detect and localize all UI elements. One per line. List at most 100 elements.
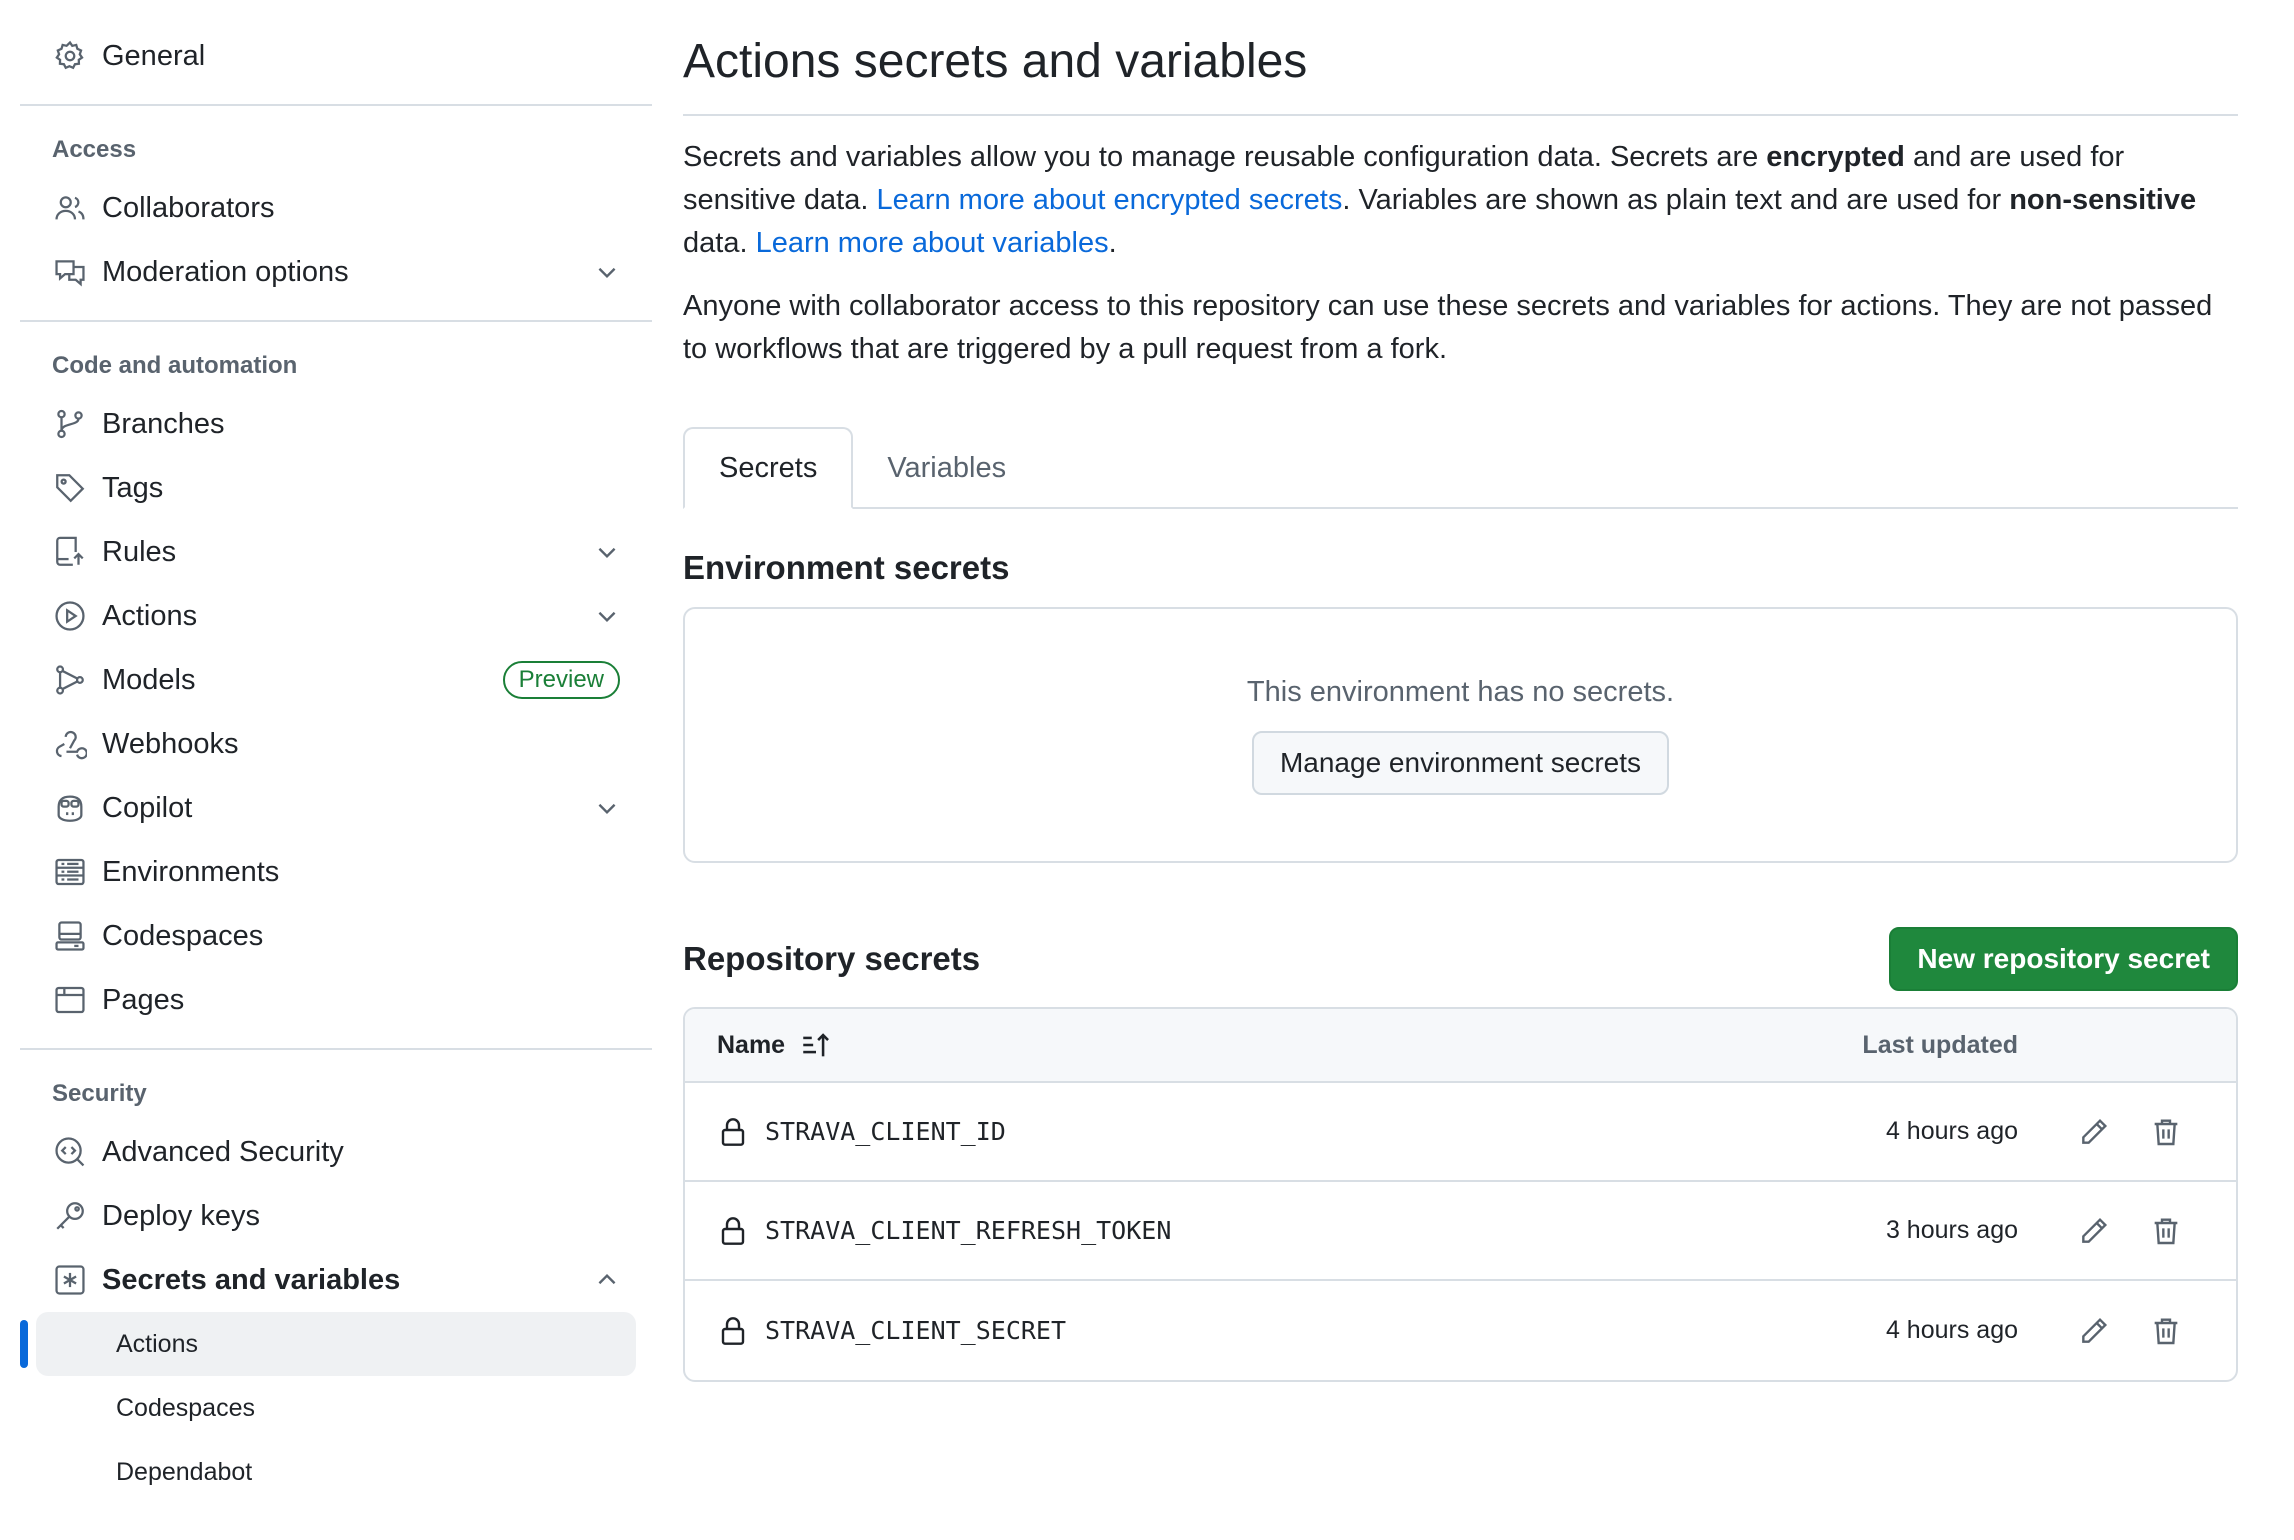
name-column-label: Name [717,1030,786,1059]
sidebar-group-access: Access [52,136,137,163]
key-icon [52,1198,88,1234]
sidebar-item-moderation[interactable]: Moderation options [20,240,652,304]
page-title: Actions secrets and variables [683,35,1308,88]
intro-bold-encrypted: encrypted [1766,141,1905,173]
sidebar-item-label: Webhooks [102,727,239,760]
sidebar-item-general[interactable]: General [20,24,652,88]
copilot-icon [52,790,88,826]
table-header: Name Last updated [685,1009,2236,1083]
sidebar-item-deploy-keys[interactable]: Deploy keys [20,1184,652,1248]
new-repository-secret-button[interactable]: New repository secret [1889,927,2238,991]
sidebar-item-models[interactable]: Models Preview [20,648,652,712]
trash-icon [2154,1118,2178,1145]
sidebar-item-label: Pages [102,983,185,1016]
tag-icon [52,470,88,506]
sidebar-item-webhooks[interactable]: Webhooks [20,712,652,776]
intro-bold-non-sensitive: non-sensitive [2009,184,2197,216]
trash-icon [2154,1317,2178,1344]
sidebar-item-label: Collaborators [102,191,275,224]
environment-secrets-empty-state: This environment has no secrets. Manage … [683,607,2238,863]
environment-secrets-title: Environment secrets [683,549,1010,586]
codespaces-icon [52,918,88,954]
sidebar-divider [20,320,652,322]
sidebar-item-label: Codespaces [102,919,264,952]
models-icon [52,662,88,698]
server-icon [52,854,88,890]
sidebar-item-advanced-security[interactable]: Advanced Security [20,1120,652,1184]
table-row: STRAVA_CLIENT_ID 4 hours ago [685,1083,2236,1182]
sidebar-item-actions[interactable]: Actions [20,584,652,648]
asterisk-icon [52,1262,88,1298]
lock-icon [721,1316,745,1345]
sidebar-item-label: Environments [102,855,280,888]
table-row: STRAVA_CLIENT_SECRET 4 hours ago [685,1281,2236,1380]
webhook-icon [52,726,88,762]
play-icon [52,598,88,634]
edit-secret-button[interactable] [2076,1313,2112,1349]
sidebar-item-label: Actions [102,599,198,632]
repo-push-icon [52,534,88,570]
chevron-down-icon [598,547,616,559]
chevron-down-icon [598,267,616,279]
pencil-icon [2082,1217,2108,1243]
learn-more-secrets-link[interactable]: Learn more about encrypted secrets [876,184,1342,216]
intro-text: . Variables are shown as plain text and … [1342,184,2010,216]
edit-secret-button[interactable] [2076,1114,2112,1150]
comment-discussion-icon [52,254,88,290]
secret-name: STRAVA_CLIENT_ID [765,1117,1006,1146]
pencil-icon [2082,1317,2108,1343]
sidebar-item-label: Rules [102,535,177,568]
delete-secret-button[interactable] [2148,1213,2184,1249]
empty-state-text: This environment has no secrets. [1246,675,1675,708]
subnav-item-dependabot[interactable]: Dependabot [36,1440,636,1504]
delete-secret-button[interactable] [2148,1313,2184,1349]
gear-icon [52,38,88,74]
trash-icon [2154,1217,2178,1244]
name-column-header[interactable]: Name [685,1028,833,1062]
chevron-down-icon [598,803,616,815]
sidebar-item-pages[interactable]: Pages [20,968,652,1032]
main-content: Actions secrets and variables Secrets an… [683,0,2238,1382]
learn-more-variables-link[interactable]: Learn more about variables [756,227,1109,259]
sidebar-item-environments[interactable]: Environments [20,840,652,904]
sidebar-item-label: Deploy keys [102,1199,260,1232]
secrets-table: Name Last updated STRAVA_CLIENT_ID 4 hou… [683,1007,2238,1382]
secret-updated: 3 hours ago [1885,1216,2018,1244]
sidebar-divider [20,1048,652,1050]
sidebar-item-branches[interactable]: Branches [20,392,652,456]
secret-updated: 4 hours ago [1885,1117,2018,1145]
intro-text: data. [683,227,756,259]
secret-name: STRAVA_CLIENT_REFRESH_TOKEN [765,1216,1172,1245]
sidebar-item-copilot[interactable]: Copilot [20,776,652,840]
manage-environment-secrets-button[interactable]: Manage environment secrets [1251,730,1670,795]
pencil-icon [2082,1118,2108,1144]
sidebar-group-code: Code and automation [52,352,298,379]
sidebar-item-tags[interactable]: Tags [20,456,652,520]
people-icon [52,190,88,226]
sidebar-item-collaborators[interactable]: Collaborators [20,176,652,240]
tab-variables[interactable]: Variables [853,427,1040,509]
sidebar-item-label: Branches [102,407,225,440]
delete-secret-button[interactable] [2148,1114,2184,1150]
title-divider [683,114,2238,116]
subnav-item-actions[interactable]: Actions [36,1312,636,1376]
active-indicator [20,1320,28,1368]
sidebar-divider [20,104,652,106]
subnav-item-codespaces[interactable]: Codespaces [36,1376,636,1440]
sidebar-item-secrets-variables[interactable]: Secrets and variables [20,1248,652,1312]
secrets-subnav: Actions Codespaces Dependabot [20,1312,652,1504]
sidebar-item-rules[interactable]: Rules [20,520,652,584]
sidebar-item-codespaces[interactable]: Codespaces [20,904,652,968]
sidebar-item-label: Copilot [102,791,193,824]
edit-secret-button[interactable] [2076,1213,2112,1249]
last-updated-column-header: Last updated [1862,1030,2018,1059]
tab-bar: Secrets Variables [683,427,2238,509]
repository-secrets-header: Repository secrets New repository secret [683,927,2238,991]
tab-secrets[interactable]: Secrets [683,427,854,509]
sidebar-item-label: Moderation options [102,255,349,288]
intro-paragraph: Secrets and variables allow you to manag… [683,136,2238,265]
sidebar-item-label: Advanced Security [102,1135,344,1168]
branch-icon [52,406,88,442]
secret-name: STRAVA_CLIENT_SECRET [765,1316,1067,1345]
intro-text: Secrets and variables allow you to manag… [683,141,1767,173]
